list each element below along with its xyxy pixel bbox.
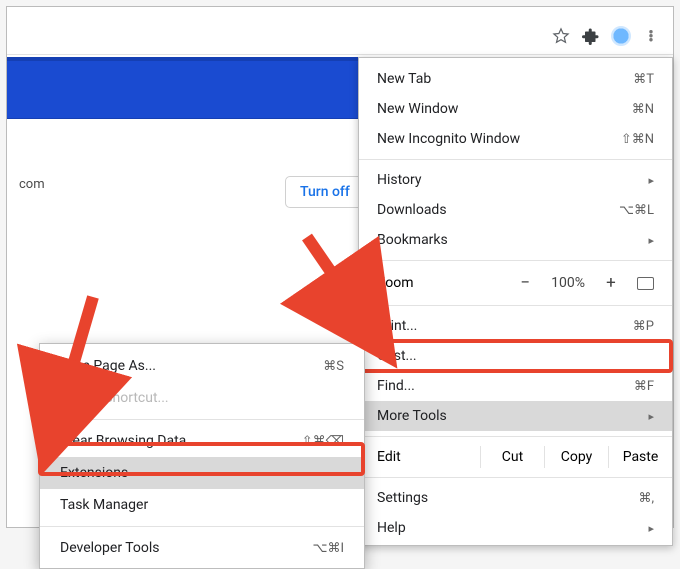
menu-label: More Tools	[377, 408, 447, 424]
menu-item-incognito[interactable]: New Incognito Window ⇧⌘N	[359, 124, 672, 154]
menu-shortcut: ⌘P	[633, 319, 654, 334]
edit-cut-button[interactable]: Cut	[480, 446, 544, 468]
chevron-right-icon: ▸	[648, 410, 654, 423]
menu-item-zoom: Zoom − 100% +	[359, 266, 672, 300]
chevron-right-icon: ▸	[648, 174, 654, 187]
menu-shortcut: ⌘S	[323, 359, 344, 374]
chevron-right-icon: ▸	[648, 234, 654, 247]
more-vert-icon[interactable]: •••	[641, 30, 661, 42]
menu-label: Print...	[377, 318, 417, 334]
bookmark-star-icon[interactable]	[551, 26, 571, 46]
menu-label: Extensions	[60, 465, 128, 481]
menu-label: New Window	[377, 101, 458, 117]
menu-item-settings[interactable]: Settings ⌘,	[359, 483, 672, 513]
page-header-bar	[7, 57, 358, 119]
edit-copy-button[interactable]: Copy	[544, 446, 608, 468]
menu-item-edit-row: Edit Cut Copy Paste	[359, 442, 672, 472]
fullscreen-icon[interactable]	[637, 277, 654, 290]
menu-label: Cast...	[377, 348, 417, 364]
menu-label: Find...	[377, 378, 415, 394]
menu-label: Downloads	[377, 202, 447, 218]
submenu-item-extensions[interactable]: Extensions	[40, 457, 364, 489]
chevron-right-icon: ▸	[648, 522, 654, 535]
menu-label: Create Shortcut...	[60, 390, 169, 406]
menu-separator	[40, 419, 364, 420]
menu-label: Zoom	[377, 275, 414, 291]
submenu-item-task-manager[interactable]: Task Manager	[40, 489, 364, 521]
menu-label: New Tab	[377, 71, 431, 87]
menu-shortcut: ⌥⌘I	[312, 541, 344, 556]
menu-separator	[359, 305, 672, 306]
menu-item-new-window[interactable]: New Window ⌘N	[359, 94, 672, 124]
menu-label: Developer Tools	[60, 540, 160, 556]
menu-shortcut: ⌘,	[638, 491, 654, 506]
extensions-icon[interactable]	[581, 26, 601, 46]
more-tools-submenu: Save Page As... ⌘S Create Shortcut... Cl…	[39, 343, 365, 569]
menu-label: Clear Browsing Data...	[60, 433, 197, 449]
zoom-out-button[interactable]: −	[517, 273, 533, 293]
menu-label: Edit	[359, 446, 480, 468]
menu-item-print[interactable]: Print... ⌘P	[359, 311, 672, 341]
menu-item-new-tab[interactable]: New Tab ⌘T	[359, 64, 672, 94]
domain-fragment: com	[19, 177, 45, 192]
menu-label: Bookmarks	[377, 232, 448, 248]
menu-shortcut: ⌘N	[632, 102, 654, 117]
zoom-value: 100%	[551, 275, 585, 291]
menu-separator	[359, 159, 672, 160]
submenu-item-dev-tools[interactable]: Developer Tools ⌥⌘I	[40, 532, 364, 564]
menu-item-more-tools[interactable]: More Tools ▸	[359, 401, 672, 431]
submenu-item-create-shortcut: Create Shortcut...	[40, 382, 364, 414]
edit-paste-button[interactable]: Paste	[608, 446, 672, 468]
menu-label: Save Page As...	[60, 358, 156, 374]
menu-item-help[interactable]: Help ▸	[359, 513, 672, 543]
zoom-in-button[interactable]: +	[603, 273, 619, 293]
turn-off-button[interactable]: Turn off	[285, 176, 365, 208]
menu-shortcut: ⇧⌘N	[621, 132, 654, 147]
menu-separator	[359, 477, 672, 478]
menu-item-find[interactable]: Find... ⌘F	[359, 371, 672, 401]
menu-item-history[interactable]: History ▸	[359, 165, 672, 195]
profile-avatar[interactable]	[611, 26, 631, 46]
menu-label: Settings	[377, 490, 428, 506]
page-content-fragment: com	[7, 147, 307, 222]
browser-toolbar: •••	[7, 17, 673, 55]
menu-separator	[359, 260, 672, 261]
menu-shortcut: ⇧⌘⌫	[302, 434, 344, 449]
menu-shortcut: ⌘T	[633, 72, 654, 87]
chrome-overflow-menu: New Tab ⌘T New Window ⌘N New Incognito W…	[358, 57, 673, 546]
submenu-item-save-page[interactable]: Save Page As... ⌘S	[40, 350, 364, 382]
menu-separator	[40, 526, 364, 527]
menu-item-bookmarks[interactable]: Bookmarks ▸	[359, 225, 672, 255]
submenu-item-clear-browsing[interactable]: Clear Browsing Data... ⇧⌘⌫	[40, 425, 364, 457]
menu-shortcut: ⌥⌘L	[619, 203, 654, 218]
menu-item-downloads[interactable]: Downloads ⌥⌘L	[359, 195, 672, 225]
menu-separator	[359, 436, 672, 437]
menu-shortcut: ⌘F	[634, 379, 654, 394]
menu-item-cast[interactable]: Cast...	[359, 341, 672, 371]
menu-label: Task Manager	[60, 497, 148, 513]
menu-label: New Incognito Window	[377, 131, 520, 147]
menu-label: History	[377, 172, 422, 188]
